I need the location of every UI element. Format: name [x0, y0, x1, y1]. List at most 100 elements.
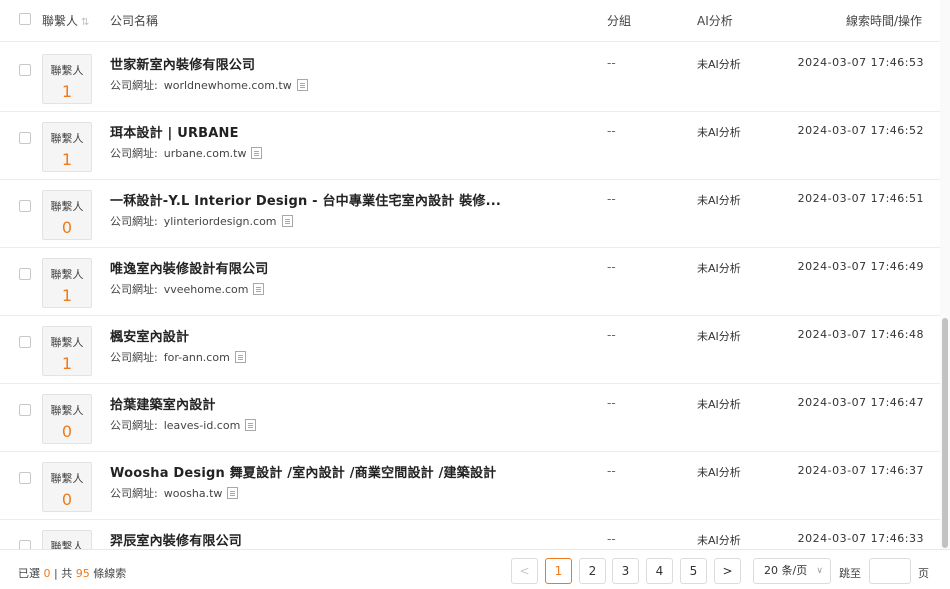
page-size-select[interactable]: 20 条/页 ∨ — [753, 558, 831, 584]
next-page-button[interactable]: > — [714, 558, 741, 584]
ai-status: 未AI分析 — [697, 262, 741, 275]
sort-icon[interactable]: ⇅ — [81, 17, 89, 28]
company-name[interactable]: 拾葉建築室內設計 — [110, 394, 216, 413]
company-name[interactable]: 楓安室內設計 — [110, 326, 189, 345]
lead-time: 2024-03-07 17:46:51 — [797, 192, 924, 205]
website-label: 公司網址: — [110, 79, 158, 92]
company-website: 公司網址: worldnewhome.com.tw — [110, 77, 308, 93]
website-url[interactable]: urbane.com.tw — [164, 147, 247, 160]
website-label: 公司網址: — [110, 419, 158, 432]
group-value: -- — [607, 532, 616, 546]
document-icon[interactable] — [281, 215, 293, 227]
header-contact[interactable]: 聯繫人 ⇅ — [42, 12, 89, 29]
row-checkbox[interactable] — [19, 540, 31, 549]
ai-status: 未AI分析 — [697, 534, 741, 547]
document-icon[interactable] — [251, 147, 263, 159]
lead-time: 2024-03-07 17:46:49 — [797, 260, 924, 273]
contact-count: 0 — [61, 422, 73, 441]
contact-label: 聯繫人 — [50, 336, 84, 349]
table-row: 聯繫人 羿辰室內裝修有限公司 -- 未AI分析 2024-03-07 17:46… — [0, 520, 940, 549]
document-icon[interactable] — [227, 487, 239, 499]
table-row: 聯繫人 0 一秝設計-Y.L Interior Design - 台中專業住宅室… — [0, 180, 940, 248]
header-company: 公司名稱 — [110, 14, 159, 28]
row-checkbox[interactable] — [19, 64, 31, 76]
page-button-4[interactable]: 4 — [646, 558, 673, 584]
page-button-5[interactable]: 5 — [680, 558, 707, 584]
goto-page-input[interactable] — [869, 558, 911, 584]
contact-count-box[interactable]: 聯繫人 0 — [42, 462, 92, 512]
company-name[interactable]: 一秝設計-Y.L Interior Design - 台中專業住宅室內設計 裝修… — [110, 190, 501, 209]
selected-prefix: 已選 — [18, 567, 40, 580]
select-all-checkbox[interactable] — [19, 13, 31, 25]
row-checkbox[interactable] — [19, 472, 31, 484]
page-button-2[interactable]: 2 — [579, 558, 606, 584]
company-website: 公司網址: woosha.tw — [110, 485, 239, 501]
row-checkbox[interactable] — [19, 200, 31, 212]
contact-label: 聯繫人 — [50, 540, 84, 549]
website-label: 公司網址: — [110, 351, 158, 364]
scrollbar-thumb[interactable] — [942, 318, 948, 548]
document-icon[interactable] — [234, 351, 246, 363]
row-checkbox[interactable] — [19, 132, 31, 144]
row-checkbox[interactable] — [19, 336, 31, 348]
ai-status: 未AI分析 — [697, 466, 741, 479]
contact-count: 1 — [61, 150, 73, 169]
goto-label: 跳至 — [839, 567, 861, 580]
website-url[interactable]: leaves-id.com — [164, 419, 241, 432]
header-group: 分組 — [607, 14, 632, 28]
contact-count-box[interactable]: 聯繫人 — [42, 530, 92, 549]
row-checkbox[interactable] — [19, 404, 31, 416]
document-icon[interactable] — [253, 283, 265, 295]
lead-time: 2024-03-07 17:46:52 — [797, 124, 924, 137]
table-row: 聯繫人 1 唯逸室內裝修設計有限公司 公司網址: vveehome.com -- … — [0, 248, 940, 316]
website-url[interactable]: ylinteriordesign.com — [164, 215, 277, 228]
contact-count: 0 — [61, 218, 73, 237]
prev-page-button[interactable]: < — [511, 558, 538, 584]
company-website: 公司網址: for-ann.com — [110, 349, 246, 365]
company-name[interactable]: 羿辰室內裝修有限公司 — [110, 530, 242, 549]
page-button-1[interactable]: 1 — [545, 558, 572, 584]
group-value: -- — [607, 124, 616, 138]
company-name[interactable]: 珥本設計 | URBANE — [110, 122, 239, 141]
website-url[interactable]: for-ann.com — [164, 351, 230, 364]
ai-status: 未AI分析 — [697, 58, 741, 71]
contact-count-box[interactable]: 聯繫人 1 — [42, 326, 92, 376]
table-row: 聯繫人 1 世家新室內裝修有限公司 公司網址: worldnewhome.com.… — [0, 44, 940, 112]
company-name[interactable]: Woosha Design 舞夏設計 /室內設計 /商業空間設計 /建築設計 — [110, 462, 496, 481]
lead-time: 2024-03-07 17:46:47 — [797, 396, 924, 409]
contact-count: 1 — [61, 82, 73, 101]
table-row: 聯繫人 0 拾葉建築室內設計 公司網址: leaves-id.com -- 未AI… — [0, 384, 940, 452]
selected-count: 0 — [43, 567, 51, 580]
group-value: -- — [607, 328, 616, 342]
header-ai: AI分析 — [697, 14, 733, 28]
lead-time: 2024-03-07 17:46:33 — [797, 532, 924, 545]
company-website: 公司網址: vveehome.com — [110, 281, 265, 297]
contact-count-box[interactable]: 聯繫人 1 — [42, 122, 92, 172]
page-button-3[interactable]: 3 — [612, 558, 639, 584]
ai-status: 未AI分析 — [697, 194, 741, 207]
contact-count-box[interactable]: 聯繫人 0 — [42, 394, 92, 444]
total-count: 95 — [75, 567, 90, 580]
group-value: -- — [607, 192, 616, 206]
lead-time: 2024-03-07 17:46:37 — [797, 464, 924, 477]
contact-count-box[interactable]: 聯繫人 1 — [42, 54, 92, 104]
contact-count-box[interactable]: 聯繫人 0 — [42, 190, 92, 240]
contact-count-box[interactable]: 聯繫人 1 — [42, 258, 92, 308]
total-suffix: 條線索 — [93, 567, 127, 580]
website-url[interactable]: vveehome.com — [164, 283, 249, 296]
ai-status: 未AI分析 — [697, 398, 741, 411]
lead-time: 2024-03-07 17:46:48 — [797, 328, 924, 341]
website-label: 公司網址: — [110, 147, 158, 160]
company-name[interactable]: 世家新室內裝修有限公司 — [110, 54, 255, 73]
website-url[interactable]: worldnewhome.com.tw — [164, 79, 292, 92]
company-name[interactable]: 唯逸室內裝修設計有限公司 — [110, 258, 268, 277]
website-url[interactable]: woosha.tw — [164, 487, 223, 500]
lead-time: 2024-03-07 17:46:53 — [797, 56, 924, 69]
group-value: -- — [607, 260, 616, 274]
vertical-scrollbar[interactable] — [940, 0, 950, 549]
row-checkbox[interactable] — [19, 268, 31, 280]
document-icon[interactable] — [245, 419, 257, 431]
contact-label: 聯繫人 — [50, 268, 84, 281]
header-contact-label: 聯繫人 — [42, 14, 79, 28]
document-icon[interactable] — [296, 79, 308, 91]
